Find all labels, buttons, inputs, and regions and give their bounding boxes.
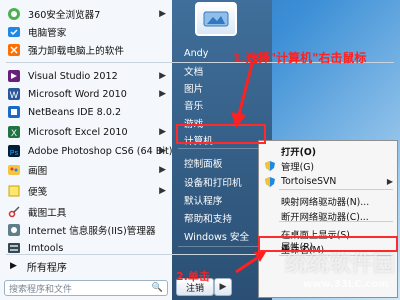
pinned-program-label: 画图 (28, 166, 48, 177)
context-menu-item-label: 打开(O) (281, 146, 316, 158)
pinned-program-item[interactable]: 便笺 ▶ (0, 181, 172, 201)
all-programs-label: 所有程序 (26, 262, 67, 274)
pinned-program-item[interactable]: NetBeans IDE 8.0.2 (0, 102, 172, 122)
chevron-right-icon[interactable]: ▶ (159, 71, 166, 81)
watermark-title: 统统软件园 (285, 252, 396, 277)
pinned-program-item[interactable]: Ps Adobe Photoshop CS6 (64 Bit) ▶ (0, 141, 173, 161)
step2-annotation: 2.单击 (176, 270, 210, 283)
annotation-arrow-icon (231, 63, 254, 128)
all-programs-arrow-icon: ▶ (10, 261, 17, 271)
search-icon: 🔍 (151, 283, 163, 293)
chevron-right-icon: ▶ (219, 282, 227, 292)
pinned-program-item[interactable]: 截图工具 (0, 202, 172, 222)
shield-icon (264, 160, 276, 172)
user-picture-icon (203, 11, 229, 27)
annotation-arrow-icon (235, 252, 266, 274)
context-menu-item[interactable]: TortoiseSVN ▶ (259, 174, 399, 189)
chevron-right-icon[interactable]: ▶ (159, 127, 166, 137)
pinned-program-item[interactable]: Imtools (0, 238, 172, 258)
word-icon: W (6, 86, 22, 102)
pinned-program-label: Microsoft Word 2010 (28, 88, 127, 100)
right-pane-link[interactable]: Windows 安全 (172, 226, 272, 245)
sticky-notes-icon (6, 183, 22, 199)
svg-text:W: W (10, 90, 19, 100)
pinned-program-label: Adobe Photoshop CS6 (64 Bit) (28, 145, 173, 157)
svg-text:X: X (11, 128, 17, 138)
browser-360-icon (6, 6, 22, 22)
netbeans-icon (6, 104, 22, 120)
right-pane-separator (178, 246, 266, 247)
right-pane-link[interactable]: 默认程序 (172, 190, 272, 209)
pinned-program-item[interactable]: 360安全浏览器7 ▶ (0, 4, 172, 24)
context-menu-item-label: 管理(G) (281, 161, 315, 173)
excel-icon: X (6, 124, 22, 140)
iis-icon (6, 222, 22, 238)
context-menu-separator (279, 189, 393, 190)
right-pane-link[interactable]: 控制面板 (172, 153, 272, 172)
context-menu-item-label: TortoiseSVN (281, 176, 337, 187)
pinned-program-item[interactable]: X Microsoft Excel 2010 ▶ (0, 122, 172, 142)
start-search-box[interactable]: 搜索程序和文件 🔍 (4, 280, 168, 296)
pinned-program-item[interactable]: Visual Studio 2012 ▶ (0, 66, 172, 86)
visual-studio-icon (6, 68, 22, 84)
pinned-program-label: Internet 信息服务(IIS)管理器 (28, 226, 156, 237)
user-picture[interactable] (195, 2, 237, 36)
pinned-program-label: 便笺 (28, 187, 48, 198)
right-pane-link[interactable]: 设备和打印机 (172, 172, 272, 191)
step1-annotation: 1.选择"计算机"右击鼠标 (233, 51, 367, 65)
pinned-program-item[interactable]: 电脑管家 (0, 22, 172, 42)
pinned-program-item[interactable]: 强力卸载电脑上的软件 (0, 40, 172, 60)
pinned-program-label: 强力卸载电脑上的软件 (28, 46, 124, 57)
pinned-program-item[interactable]: 画图 ▶ (0, 160, 172, 180)
shutdown-options-button[interactable]: ▶ (214, 278, 232, 296)
watermark-url: www.33LC.com (303, 279, 389, 290)
uninstall-icon (6, 42, 22, 58)
chevron-right-icon[interactable]: ▶ (159, 146, 166, 156)
pinned-program-label: NetBeans IDE 8.0.2 (28, 106, 122, 118)
context-menu-item[interactable]: 映射网络驱动器(N)... (259, 193, 399, 208)
pinned-program-label: Imtools (28, 242, 64, 254)
photoshop-icon: Ps (6, 143, 22, 159)
start-search-input[interactable]: 搜索程序和文件 (9, 282, 72, 295)
shield-icon (264, 176, 276, 188)
chevron-right-icon[interactable]: ▶ (159, 186, 166, 196)
chevron-right-icon[interactable]: ▶ (159, 9, 166, 19)
pinned-program-item[interactable]: Internet 信息服务(IIS)管理器 (0, 220, 172, 240)
context-menu-item-label: 映射网络驱动器(N)... (281, 196, 370, 208)
pinned-program-label: 360安全浏览器7 (28, 10, 101, 21)
context-menu-separator (279, 221, 393, 222)
pinned-program-label: 电脑管家 (28, 28, 67, 39)
svg-text:Ps: Ps (10, 150, 19, 157)
chevron-right-icon: ▶ (386, 177, 393, 186)
paint-icon (6, 162, 22, 178)
context-menu-item[interactable]: 管理(G) (259, 158, 399, 173)
chevron-right-icon[interactable]: ▶ (159, 165, 166, 175)
all-programs-button[interactable]: ▶ 所有程序 (0, 256, 172, 276)
snipping-tool-icon (6, 204, 22, 220)
pinned-program-label: Visual Studio 2012 (28, 70, 118, 82)
pinned-program-label: Microsoft Excel 2010 (28, 126, 128, 138)
chevron-right-icon[interactable]: ▶ (159, 89, 166, 99)
pinned-program-label: 截图工具 (28, 208, 67, 219)
right-pane-link[interactable]: 帮助和支持 (172, 208, 272, 227)
right-pane-separator (178, 148, 266, 149)
context-menu-item[interactable]: 打开(O) (259, 143, 399, 158)
pinned-program-item[interactable]: W Microsoft Word 2010 ▶ (0, 84, 172, 104)
pc-manager-icon (6, 24, 22, 40)
